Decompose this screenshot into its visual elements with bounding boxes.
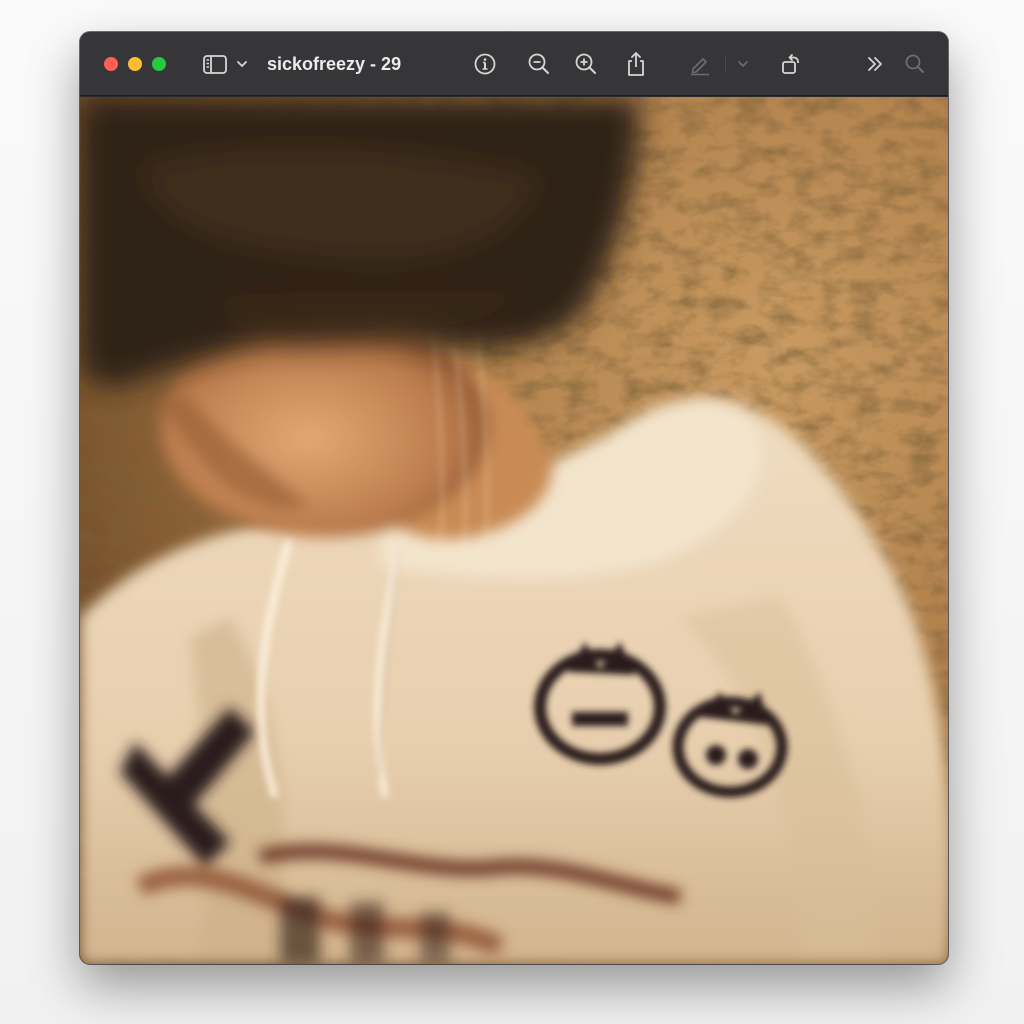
zoom-in-button[interactable]	[571, 50, 601, 78]
more-tools-button[interactable]	[860, 50, 890, 78]
chevron-down-icon	[738, 61, 748, 67]
image-canvas[interactable]	[80, 97, 948, 964]
toolbar-divider	[725, 56, 726, 72]
sidebar-toggle-button[interactable]	[200, 50, 252, 78]
share-icon	[628, 52, 644, 76]
info-button[interactable]	[470, 50, 500, 78]
double-chevron-right-icon	[868, 57, 882, 71]
zoom-in-icon	[575, 53, 596, 74]
close-window-button[interactable]	[104, 57, 118, 71]
search-button[interactable]	[900, 50, 930, 78]
preview-window: sickofreezy - 29	[80, 32, 948, 964]
chevron-down-icon	[237, 61, 247, 67]
markup-menu-button[interactable]	[734, 50, 752, 78]
sidebar-icon	[203, 55, 247, 74]
rotate-icon	[782, 54, 799, 74]
info-icon	[474, 53, 496, 75]
markup-button[interactable]	[685, 50, 715, 78]
zoom-out-icon	[528, 53, 549, 74]
share-button[interactable]	[621, 50, 651, 78]
search-icon	[905, 54, 924, 73]
title-bar[interactable]: sickofreezy - 29	[80, 32, 948, 96]
desktop: sickofreezy - 29	[0, 0, 1024, 1024]
minimize-window-button[interactable]	[128, 57, 142, 71]
rotate-button[interactable]	[776, 50, 806, 78]
photo-image	[80, 97, 948, 964]
window-title: sickofreezy - 29	[267, 54, 402, 74]
zoom-window-button[interactable]	[152, 57, 166, 71]
pencil-icon	[691, 58, 709, 76]
zoom-out-button[interactable]	[524, 50, 554, 78]
